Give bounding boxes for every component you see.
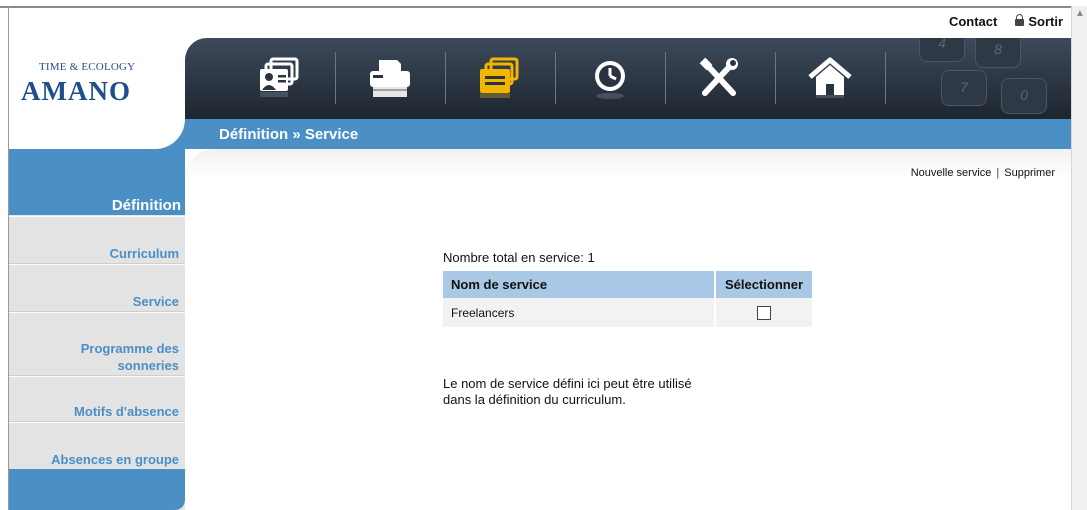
sidebar-item-motifs-absence[interactable]: Motifs d'absence (9, 376, 185, 422)
folders-icon (480, 57, 519, 98)
column-header-select: Sélectionner (715, 271, 812, 298)
logo-curve (9, 119, 185, 149)
logout-link[interactable]: Sortir (1015, 14, 1063, 29)
table-header-row: Nom de service Sélectionner (443, 271, 812, 298)
toolbar-button-print[interactable] (335, 38, 445, 119)
scroll-up-arrow-icon[interactable]: ▲ (1072, 6, 1087, 23)
service-table: Nom de service Sélectionner Freelancers (443, 271, 812, 327)
printer-icon (370, 59, 410, 97)
employee-cards-icon (260, 57, 299, 97)
column-header-name: Nom de service (443, 271, 716, 298)
info-note-line: Le nom de service défini ici peut être u… (443, 376, 692, 391)
select-cell (715, 298, 812, 327)
app-frame: Contact Sortir TIME & ECOLOGY AMANO 4 8 … (0, 0, 1087, 510)
service-name-cell: Freelancers (443, 298, 716, 327)
total-count: Nombre total en service: 1 (443, 250, 595, 265)
sidebar-footer (9, 469, 185, 510)
table-row: Freelancers (443, 298, 812, 327)
sidebar-item-label: Motifs d'absence (74, 404, 179, 419)
lock-icon (1015, 14, 1025, 26)
toolbar-button-home[interactable] (775, 38, 885, 119)
top-border (0, 6, 1071, 8)
clock-icon (595, 60, 625, 99)
top-links: Contact Sortir (949, 14, 1063, 29)
action-separator: | (996, 167, 1000, 179)
keypad-decoration: 4 8 7 0 (901, 38, 1071, 119)
keypad-key: 8 (975, 38, 1021, 68)
keypad-key: 7 (941, 70, 987, 106)
info-note: Le nom de service défini ici peut être u… (443, 376, 763, 408)
sidebar-item-service[interactable]: Service (9, 264, 185, 312)
toolbar-button-employees[interactable] (225, 38, 335, 119)
home-icon (808, 57, 852, 98)
sidebar-item-label: Service (132, 294, 179, 309)
keypad-key: 0 (1001, 78, 1047, 114)
keypad-key: 4 (919, 38, 965, 62)
sidebar-title: Définition (111, 197, 181, 214)
logo-tagline: TIME & ECOLOGY (39, 61, 136, 73)
sidebar-item-curriculum[interactable]: Curriculum (9, 216, 185, 264)
contact-link[interactable]: Contact (949, 14, 997, 29)
tools-icon (699, 57, 738, 96)
breadcrumb: Définition » Service (219, 126, 359, 143)
toolbar-separator (885, 52, 886, 104)
info-note-line: dans la définition du curriculum. (443, 392, 626, 407)
main-toolbar: 4 8 7 0 (185, 38, 1071, 119)
sidebar-item-label: Programme des sonneries (80, 341, 179, 373)
sidebar-item-programme-sonneries[interactable]: Programme des sonneries (9, 312, 185, 376)
new-service-link[interactable]: Nouvelle service (911, 167, 992, 179)
toolbar-button-settings[interactable] (665, 38, 775, 119)
logout-label: Sortir (1028, 14, 1063, 29)
toolbar-button-definition[interactable] (445, 38, 555, 119)
sidebar-item-label: Curriculum (109, 246, 179, 261)
main-content (185, 149, 1071, 510)
sidebar-item-label: Absences en groupe (51, 452, 179, 467)
action-links: Nouvelle service | Supprimer (911, 167, 1055, 179)
sidebar-item-absences-groupe[interactable]: Absences en groupe (9, 422, 185, 470)
select-checkbox[interactable] (757, 305, 771, 320)
logo-name: AMANO (21, 76, 131, 106)
delete-link[interactable]: Supprimer (1004, 167, 1055, 179)
vertical-scrollbar[interactable]: ▲ (1071, 6, 1087, 510)
toolbar-button-time[interactable] (555, 38, 665, 119)
